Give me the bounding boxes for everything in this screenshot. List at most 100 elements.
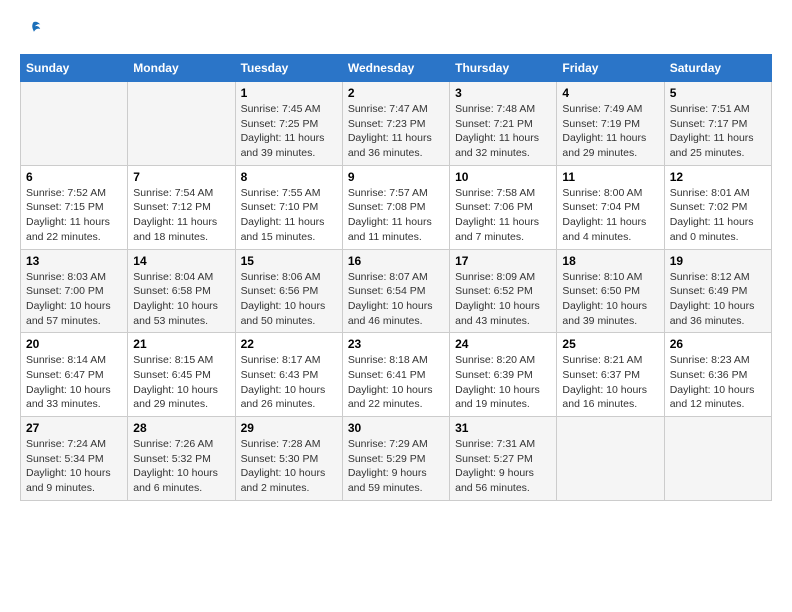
- weekday-header-row: SundayMondayTuesdayWednesdayThursdayFrid…: [21, 55, 772, 82]
- calendar-cell: 13 Sunrise: 8:03 AMSunset: 7:00 PMDaylig…: [21, 249, 128, 333]
- day-number: 8: [241, 170, 337, 184]
- calendar-cell: 25 Sunrise: 8:21 AMSunset: 6:37 PMDaylig…: [557, 333, 664, 417]
- calendar-cell: 22 Sunrise: 8:17 AMSunset: 6:43 PMDaylig…: [235, 333, 342, 417]
- day-number: 31: [455, 421, 551, 435]
- day-info: Sunrise: 7:48 AMSunset: 7:21 PMDaylight:…: [455, 102, 551, 161]
- day-number: 3: [455, 86, 551, 100]
- day-number: 2: [348, 86, 444, 100]
- day-info: Sunrise: 8:00 AMSunset: 7:04 PMDaylight:…: [562, 186, 658, 245]
- calendar-cell: 24 Sunrise: 8:20 AMSunset: 6:39 PMDaylig…: [450, 333, 557, 417]
- day-number: 19: [670, 254, 766, 268]
- day-info: Sunrise: 7:55 AMSunset: 7:10 PMDaylight:…: [241, 186, 337, 245]
- weekday-header-monday: Monday: [128, 55, 235, 82]
- day-info: Sunrise: 8:01 AMSunset: 7:02 PMDaylight:…: [670, 186, 766, 245]
- day-info: Sunrise: 7:52 AMSunset: 7:15 PMDaylight:…: [26, 186, 122, 245]
- calendar-cell: 11 Sunrise: 8:00 AMSunset: 7:04 PMDaylig…: [557, 165, 664, 249]
- day-number: 21: [133, 337, 229, 351]
- day-info: Sunrise: 8:20 AMSunset: 6:39 PMDaylight:…: [455, 353, 551, 412]
- calendar-cell: [664, 417, 771, 501]
- day-number: 6: [26, 170, 122, 184]
- day-number: 1: [241, 86, 337, 100]
- day-number: 14: [133, 254, 229, 268]
- calendar-cell: 18 Sunrise: 8:10 AMSunset: 6:50 PMDaylig…: [557, 249, 664, 333]
- day-info: Sunrise: 7:51 AMSunset: 7:17 PMDaylight:…: [670, 102, 766, 161]
- day-number: 30: [348, 421, 444, 435]
- day-number: 23: [348, 337, 444, 351]
- calendar-cell: 28 Sunrise: 7:26 AMSunset: 5:32 PMDaylig…: [128, 417, 235, 501]
- day-number: 18: [562, 254, 658, 268]
- day-number: 28: [133, 421, 229, 435]
- calendar-cell: 16 Sunrise: 8:07 AMSunset: 6:54 PMDaylig…: [342, 249, 449, 333]
- day-number: 11: [562, 170, 658, 184]
- header: [20, 20, 772, 38]
- day-info: Sunrise: 7:58 AMSunset: 7:06 PMDaylight:…: [455, 186, 551, 245]
- day-number: 4: [562, 86, 658, 100]
- calendar-cell: 29 Sunrise: 7:28 AMSunset: 5:30 PMDaylig…: [235, 417, 342, 501]
- calendar-cell: 26 Sunrise: 8:23 AMSunset: 6:36 PMDaylig…: [664, 333, 771, 417]
- calendar-cell: 23 Sunrise: 8:18 AMSunset: 6:41 PMDaylig…: [342, 333, 449, 417]
- logo: [20, 20, 42, 38]
- calendar-cell: 14 Sunrise: 8:04 AMSunset: 6:58 PMDaylig…: [128, 249, 235, 333]
- day-info: Sunrise: 7:26 AMSunset: 5:32 PMDaylight:…: [133, 437, 229, 496]
- day-info: Sunrise: 8:15 AMSunset: 6:45 PMDaylight:…: [133, 353, 229, 412]
- day-number: 12: [670, 170, 766, 184]
- calendar-week-row: 1 Sunrise: 7:45 AMSunset: 7:25 PMDayligh…: [21, 82, 772, 166]
- weekday-header-tuesday: Tuesday: [235, 55, 342, 82]
- calendar-cell: [21, 82, 128, 166]
- calendar-cell: 4 Sunrise: 7:49 AMSunset: 7:19 PMDayligh…: [557, 82, 664, 166]
- day-info: Sunrise: 7:45 AMSunset: 7:25 PMDaylight:…: [241, 102, 337, 161]
- calendar-week-row: 27 Sunrise: 7:24 AMSunset: 5:34 PMDaylig…: [21, 417, 772, 501]
- day-info: Sunrise: 8:21 AMSunset: 6:37 PMDaylight:…: [562, 353, 658, 412]
- calendar-cell: 10 Sunrise: 7:58 AMSunset: 7:06 PMDaylig…: [450, 165, 557, 249]
- calendar-cell: 31 Sunrise: 7:31 AMSunset: 5:27 PMDaylig…: [450, 417, 557, 501]
- day-info: Sunrise: 8:23 AMSunset: 6:36 PMDaylight:…: [670, 353, 766, 412]
- day-info: Sunrise: 7:47 AMSunset: 7:23 PMDaylight:…: [348, 102, 444, 161]
- day-number: 22: [241, 337, 337, 351]
- day-info: Sunrise: 7:29 AMSunset: 5:29 PMDaylight:…: [348, 437, 444, 496]
- day-info: Sunrise: 7:31 AMSunset: 5:27 PMDaylight:…: [455, 437, 551, 496]
- weekday-header-wednesday: Wednesday: [342, 55, 449, 82]
- day-number: 5: [670, 86, 766, 100]
- weekday-header-sunday: Sunday: [21, 55, 128, 82]
- calendar-cell: 20 Sunrise: 8:14 AMSunset: 6:47 PMDaylig…: [21, 333, 128, 417]
- day-number: 7: [133, 170, 229, 184]
- day-number: 16: [348, 254, 444, 268]
- calendar-cell: 12 Sunrise: 8:01 AMSunset: 7:02 PMDaylig…: [664, 165, 771, 249]
- day-number: 17: [455, 254, 551, 268]
- calendar-cell: 9 Sunrise: 7:57 AMSunset: 7:08 PMDayligh…: [342, 165, 449, 249]
- calendar-week-row: 6 Sunrise: 7:52 AMSunset: 7:15 PMDayligh…: [21, 165, 772, 249]
- day-number: 10: [455, 170, 551, 184]
- day-info: Sunrise: 8:18 AMSunset: 6:41 PMDaylight:…: [348, 353, 444, 412]
- day-info: Sunrise: 8:12 AMSunset: 6:49 PMDaylight:…: [670, 270, 766, 329]
- weekday-header-saturday: Saturday: [664, 55, 771, 82]
- day-info: Sunrise: 8:09 AMSunset: 6:52 PMDaylight:…: [455, 270, 551, 329]
- day-number: 29: [241, 421, 337, 435]
- calendar-week-row: 13 Sunrise: 8:03 AMSunset: 7:00 PMDaylig…: [21, 249, 772, 333]
- day-info: Sunrise: 7:49 AMSunset: 7:19 PMDaylight:…: [562, 102, 658, 161]
- calendar-cell: [557, 417, 664, 501]
- day-info: Sunrise: 8:03 AMSunset: 7:00 PMDaylight:…: [26, 270, 122, 329]
- calendar-cell: 6 Sunrise: 7:52 AMSunset: 7:15 PMDayligh…: [21, 165, 128, 249]
- day-info: Sunrise: 8:10 AMSunset: 6:50 PMDaylight:…: [562, 270, 658, 329]
- day-number: 9: [348, 170, 444, 184]
- day-info: Sunrise: 8:17 AMSunset: 6:43 PMDaylight:…: [241, 353, 337, 412]
- calendar-cell: 15 Sunrise: 8:06 AMSunset: 6:56 PMDaylig…: [235, 249, 342, 333]
- day-number: 26: [670, 337, 766, 351]
- calendar-cell: 7 Sunrise: 7:54 AMSunset: 7:12 PMDayligh…: [128, 165, 235, 249]
- day-info: Sunrise: 7:28 AMSunset: 5:30 PMDaylight:…: [241, 437, 337, 496]
- weekday-header-friday: Friday: [557, 55, 664, 82]
- day-number: 13: [26, 254, 122, 268]
- logo-bird-icon: [24, 20, 42, 38]
- day-info: Sunrise: 8:14 AMSunset: 6:47 PMDaylight:…: [26, 353, 122, 412]
- calendar-cell: 8 Sunrise: 7:55 AMSunset: 7:10 PMDayligh…: [235, 165, 342, 249]
- day-number: 25: [562, 337, 658, 351]
- calendar-cell: 2 Sunrise: 7:47 AMSunset: 7:23 PMDayligh…: [342, 82, 449, 166]
- day-number: 24: [455, 337, 551, 351]
- calendar-cell: [128, 82, 235, 166]
- calendar-cell: 3 Sunrise: 7:48 AMSunset: 7:21 PMDayligh…: [450, 82, 557, 166]
- day-number: 15: [241, 254, 337, 268]
- calendar-cell: 27 Sunrise: 7:24 AMSunset: 5:34 PMDaylig…: [21, 417, 128, 501]
- calendar-cell: 1 Sunrise: 7:45 AMSunset: 7:25 PMDayligh…: [235, 82, 342, 166]
- calendar-cell: 17 Sunrise: 8:09 AMSunset: 6:52 PMDaylig…: [450, 249, 557, 333]
- day-info: Sunrise: 8:06 AMSunset: 6:56 PMDaylight:…: [241, 270, 337, 329]
